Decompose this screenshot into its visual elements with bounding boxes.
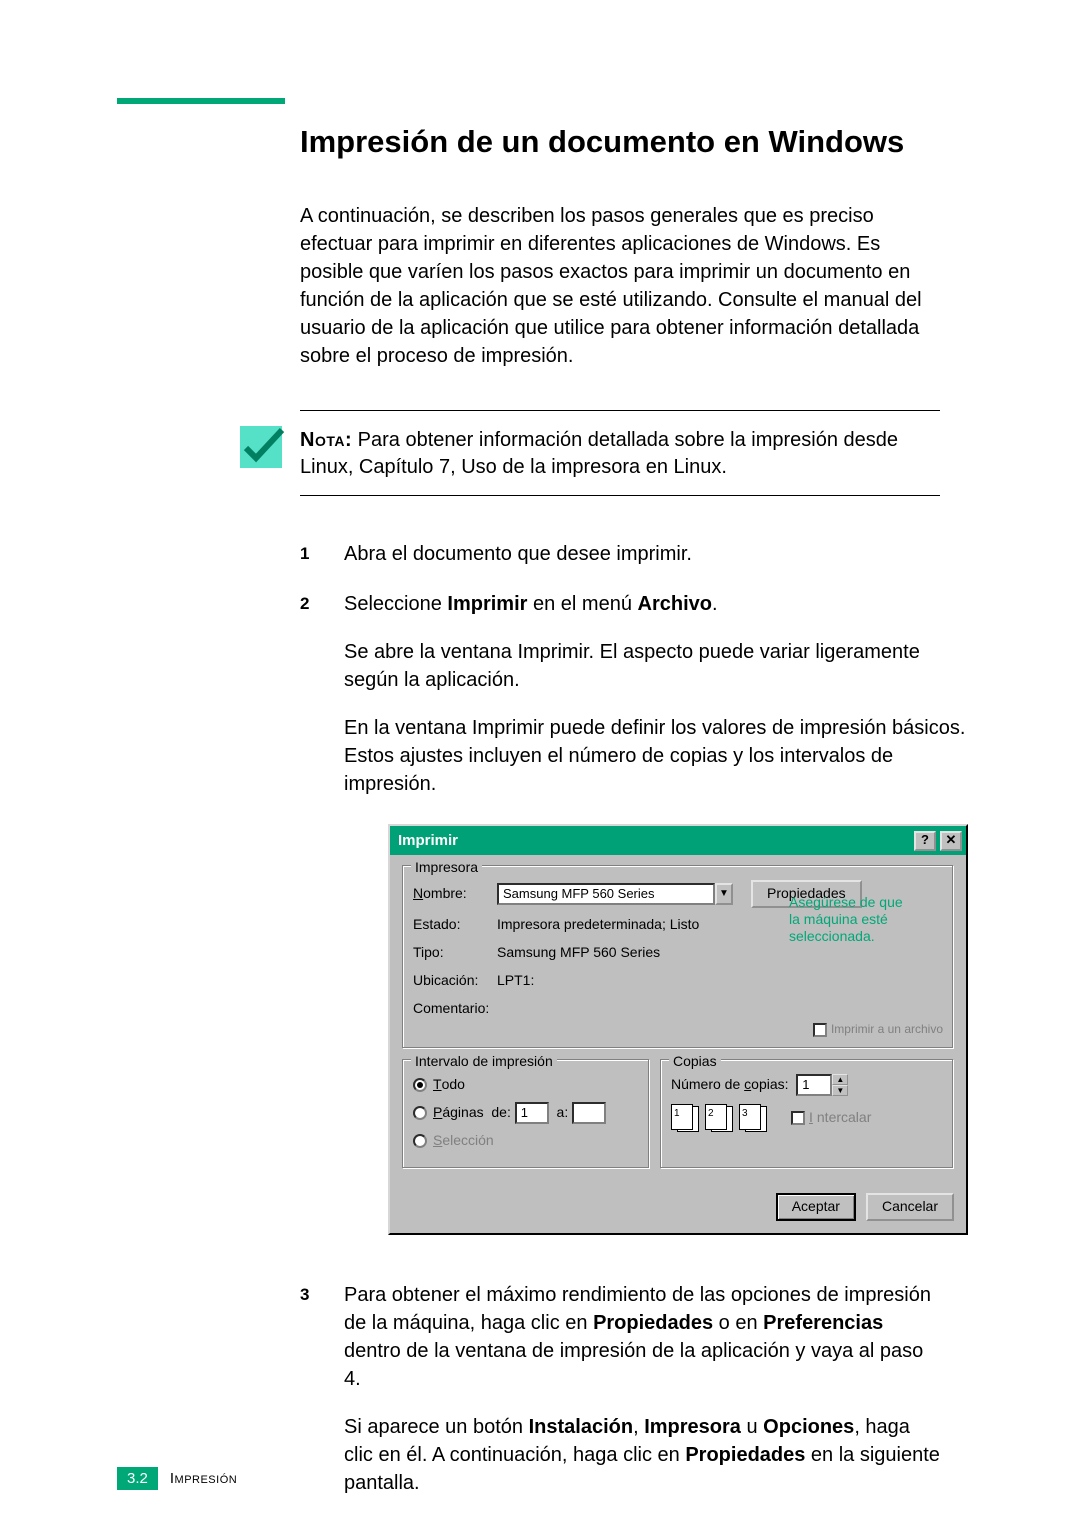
dialog-body: Impresora Nombre: Samsung MFP 560 Series…	[390, 855, 966, 1233]
print-dialog: Imprimir ? ✕ Impresora Nombre:	[388, 824, 968, 1235]
step-1: 1 Abra el documento que desee imprimir.	[300, 540, 940, 568]
print-to-file-checkbox[interactable]: Imprimir a un archivo	[813, 1021, 943, 1038]
lbl-copies: Número de copias:	[671, 1075, 789, 1095]
step-3: 3 Para obtener el máximo rendimiento de …	[300, 1281, 940, 1517]
page-footer: 3.2 Impresión	[117, 1467, 237, 1490]
t: .	[712, 593, 718, 615]
group-legend-printer: Impresora	[411, 858, 482, 878]
step-text: Abra el documento que desee imprimir.	[344, 540, 940, 568]
checkbox-icon	[813, 1023, 827, 1037]
page-content: Impresión de un documento en Windows A c…	[300, 124, 940, 1539]
note-label: Nota:	[300, 429, 352, 451]
printer-group: Impresora Nombre: Samsung MFP 560 Series…	[402, 865, 954, 1049]
step-2: 2 Seleccione Imprimir en el menú Archivo…	[300, 590, 940, 1245]
accept-button[interactable]: Aceptar	[776, 1193, 856, 1221]
t-bold: Archivo	[638, 593, 712, 615]
copies-input[interactable]: 1	[796, 1074, 832, 1096]
val-state: Impresora predeterminada; Listo	[497, 915, 699, 935]
val-loc: LPT1:	[497, 971, 534, 991]
from-input[interactable]: 1	[515, 1102, 549, 1124]
radio-icon	[413, 1106, 427, 1120]
step-number: 3	[300, 1281, 344, 1517]
dialog-footer: Aceptar Cancelar	[402, 1179, 954, 1221]
steps-list: 1 Abra el documento que desee imprimir. …	[300, 540, 940, 1517]
close-button[interactable]: ✕	[940, 831, 962, 851]
page-section: Impresión	[170, 1470, 237, 1487]
spin-down-icon[interactable]: ▼	[832, 1085, 848, 1096]
lbl-name-rest: ombre:	[423, 885, 467, 901]
dialog-titlebar: Imprimir ? ✕	[390, 826, 966, 855]
step2-p2: En la ventana Imprimir puede definir los…	[344, 714, 968, 798]
collate-pages-icon: 2 2	[705, 1104, 733, 1132]
group-legend-range: Intervalo de impresión	[411, 1052, 557, 1072]
note-body-text: Para obtener información detallada sobre…	[300, 429, 898, 478]
step-number: 1	[300, 540, 344, 568]
group-legend-copies: Copias	[669, 1052, 721, 1072]
accent-rule	[117, 98, 285, 104]
range-group: Intervalo de impresión TTodoodo Páginas	[402, 1059, 650, 1169]
radio-all[interactable]: TTodoodo	[413, 1074, 639, 1096]
dropdown-arrow-icon[interactable]: ▼	[715, 883, 733, 905]
radio-pages[interactable]: Páginas de: 1 a:	[413, 1102, 639, 1124]
collate-checkbox: Intercalar	[791, 1108, 871, 1128]
copies-group: Copias Número de copias: 1 ▲ ▼	[660, 1059, 954, 1169]
lbl-comment: Comentario:	[413, 999, 497, 1019]
intro-paragraph: A continuación, se describen los pasos g…	[300, 202, 940, 370]
page-title: Impresión de un documento en Windows	[300, 124, 940, 160]
lbl-loc: Ubicación:	[413, 971, 497, 991]
t: en el menú	[527, 593, 637, 615]
t: Seleccione	[344, 593, 447, 615]
help-button[interactable]: ?	[914, 831, 936, 851]
callout-text: Asegúrese de que la máquina esté selecci…	[789, 894, 949, 944]
collate-pages-icon: 1 1	[671, 1104, 699, 1132]
note-rule-bottom	[300, 495, 940, 496]
step2-p1: Se abre la ventana Imprimir. El aspecto …	[344, 638, 968, 694]
print-dialog-screenshot: Imprimir ? ✕ Impresora Nombre:	[388, 824, 968, 1235]
step-number: 2	[300, 590, 344, 1245]
printer-name-select[interactable]: Samsung MFP 560 Series	[497, 883, 715, 905]
cancel-button[interactable]: Cancelar	[866, 1193, 954, 1221]
lbl-type: Tipo:	[413, 943, 497, 963]
note-text: Nota: Para obtener información detallada…	[300, 411, 940, 495]
to-input[interactable]	[572, 1102, 606, 1124]
radio-icon	[413, 1078, 427, 1092]
radio-icon	[413, 1134, 427, 1148]
lbl-state: Estado:	[413, 915, 497, 935]
val-type: Samsung MFP 560 Series	[497, 943, 660, 963]
dialog-title-text: Imprimir	[398, 830, 458, 851]
radio-selection: Selección	[413, 1130, 639, 1152]
step-text: Seleccione Imprimir en el menú Archivo. …	[344, 590, 968, 1245]
checkbox-icon	[791, 1111, 805, 1125]
collate-pages-icon: 3 3	[739, 1104, 767, 1132]
spin-up-icon[interactable]: ▲	[832, 1074, 848, 1085]
step-text: Para obtener el máximo rendimiento de la…	[344, 1281, 940, 1517]
t-bold: Imprimir	[447, 593, 527, 615]
page-number: 3.2	[117, 1467, 158, 1490]
note-block: Nota: Para obtener información detallada…	[300, 410, 940, 496]
checkmark-icon	[238, 424, 284, 470]
